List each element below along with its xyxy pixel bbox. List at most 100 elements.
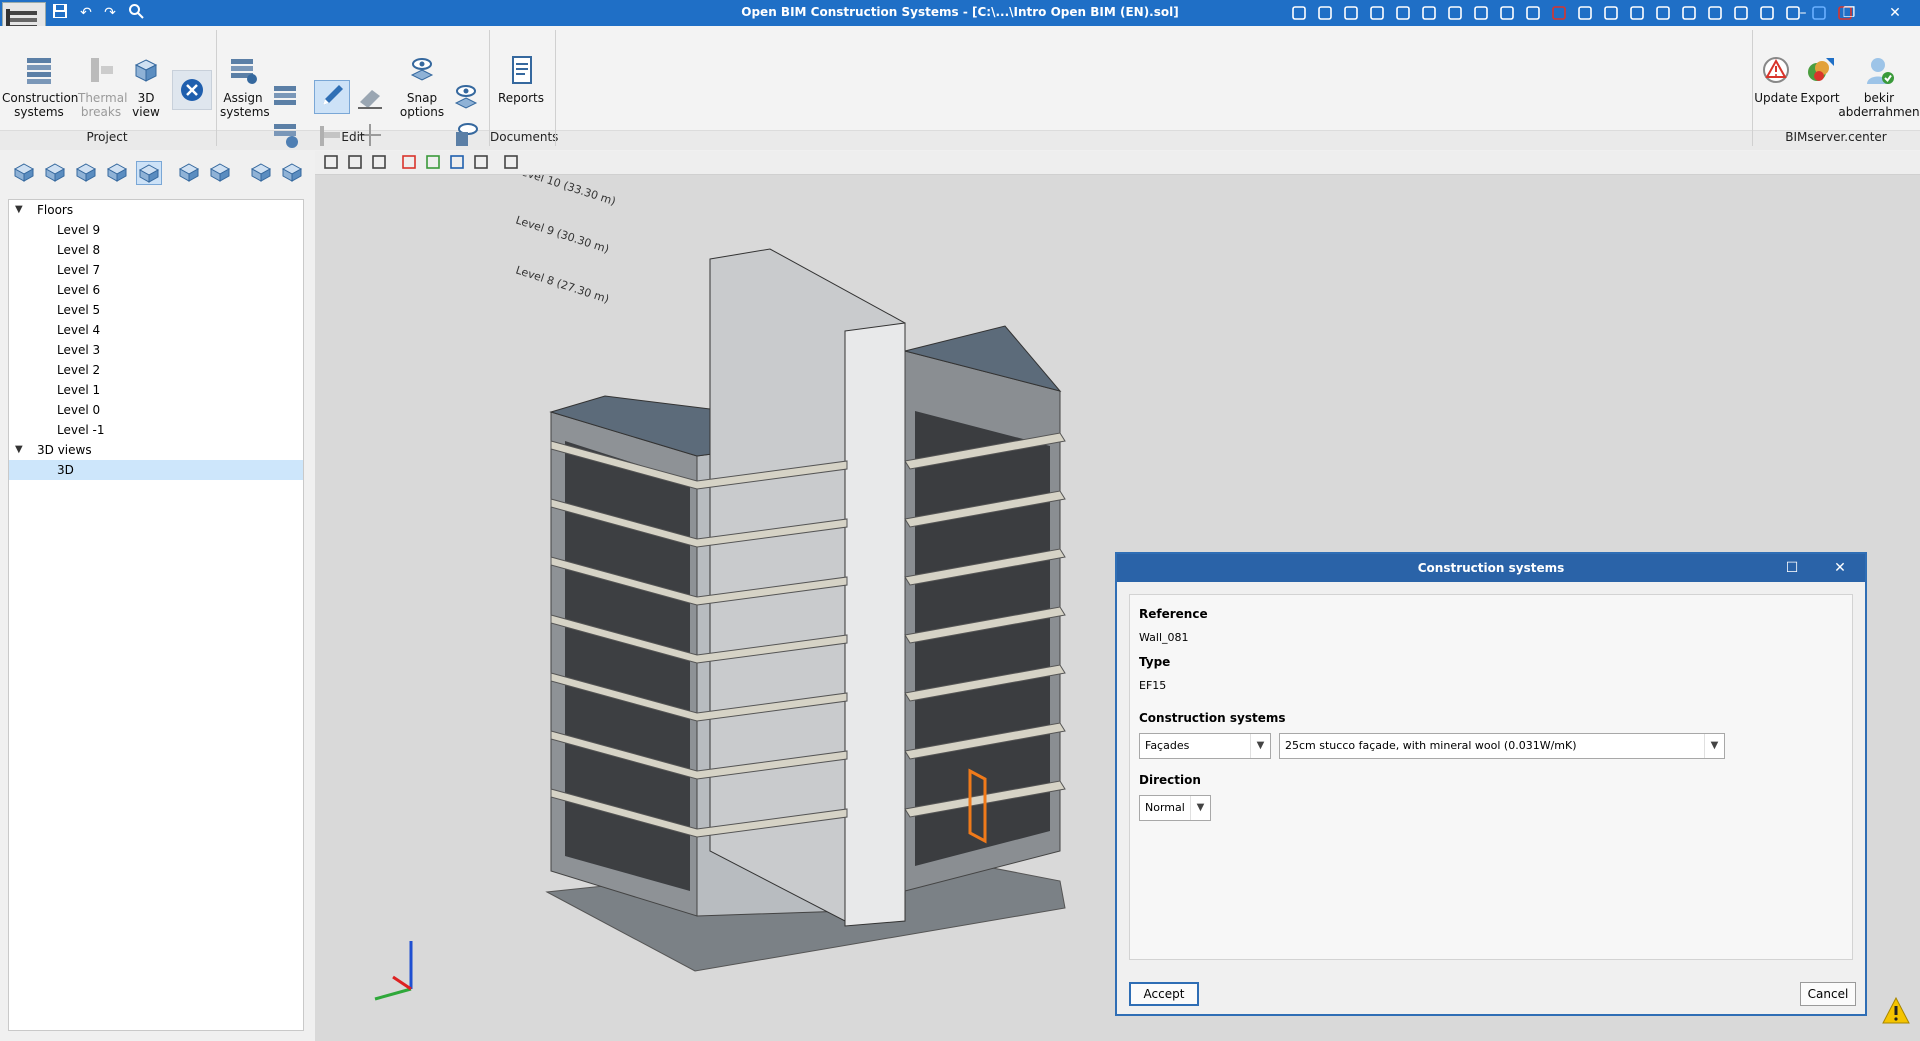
pan-view-icon[interactable] xyxy=(371,154,389,172)
eraser-icon[interactable] xyxy=(354,82,386,112)
thermal-breaks-button[interactable]: Thermal breaks xyxy=(78,54,127,119)
cancel-button[interactable]: Cancel xyxy=(1800,982,1856,1006)
update-warning-icon xyxy=(1763,57,1789,83)
group-label-documents: Documents xyxy=(490,130,559,144)
measure-icon[interactable] xyxy=(1654,4,1674,22)
chevron-down-icon: ▼ xyxy=(1250,734,1270,758)
dots-icon[interactable] xyxy=(1628,4,1648,22)
close-view-button[interactable] xyxy=(172,70,212,110)
delete-floor-icon[interactable] xyxy=(105,161,131,185)
tree-item-level[interactable]: Level 9 xyxy=(9,220,303,240)
accept-button[interactable]: Accept xyxy=(1129,982,1199,1006)
zoom-out-icon[interactable] xyxy=(1394,4,1414,22)
group-label-project: Project xyxy=(86,130,128,144)
tree-item-level[interactable]: Level 8 xyxy=(9,240,303,260)
visibility-icon[interactable] xyxy=(473,154,491,172)
system-select[interactable]: 25cm stucco façade, with mineral wool (0… xyxy=(1279,733,1725,759)
snap-options-icon xyxy=(410,58,434,81)
frame-icon[interactable] xyxy=(1576,4,1596,22)
collapse-icon[interactable]: ▼ xyxy=(15,200,27,220)
warning-icon[interactable] xyxy=(1881,996,1911,1026)
edit-systems-icon[interactable] xyxy=(270,82,302,112)
tree-item-level[interactable]: Level 6 xyxy=(9,280,303,300)
camera-icon[interactable] xyxy=(177,161,203,185)
visibility-icon[interactable] xyxy=(450,82,482,112)
maximize-icon[interactable]: ☐ xyxy=(1769,554,1815,582)
group-label-edit: Edit xyxy=(341,130,365,144)
pencil-icon xyxy=(323,85,343,105)
close-button[interactable]: ✕ xyxy=(1872,0,1918,26)
copy-floor-icon[interactable] xyxy=(74,161,100,185)
3d-label-icon[interactable] xyxy=(503,154,521,172)
type-value: EF15 xyxy=(1139,679,1167,692)
minimize-button[interactable]: – xyxy=(1780,0,1826,26)
level-tag: Level 9 (30.30 m) xyxy=(514,213,611,255)
view-left-icon[interactable] xyxy=(249,161,275,185)
separator xyxy=(555,30,556,146)
axis-gizmo xyxy=(374,941,413,1001)
grid-icon[interactable] xyxy=(1602,4,1622,22)
reports-button[interactable]: Reports xyxy=(496,54,546,105)
magnet-icon[interactable] xyxy=(1550,4,1570,22)
view-toolbar xyxy=(315,151,1920,175)
orbit-icon[interactable] xyxy=(1290,4,1310,22)
snap-options-button[interactable]: Snap options xyxy=(398,54,446,119)
construction-systems-dialog: Construction systems ☐ ✕ Reference Wall_… xyxy=(1115,552,1867,1016)
export-button[interactable]: Export xyxy=(1798,54,1842,105)
update-button[interactable]: Update xyxy=(1754,54,1798,105)
print-icon[interactable] xyxy=(1732,4,1752,22)
camera-settings-icon[interactable] xyxy=(208,161,234,185)
dialog-close-icon[interactable]: ✕ xyxy=(1817,554,1863,582)
tree-item-level[interactable]: Level -1 xyxy=(9,420,303,440)
category-select[interactable]: Façades ▼ xyxy=(1139,733,1271,759)
direction-label: Direction xyxy=(1139,773,1201,787)
center-icon[interactable] xyxy=(1446,4,1466,22)
grid-snap-icon[interactable] xyxy=(1524,4,1544,22)
view-right-icon[interactable] xyxy=(280,161,306,185)
layers-icon[interactable] xyxy=(1498,4,1518,22)
tree-item-level[interactable]: Level 4 xyxy=(9,320,303,340)
zoom-all-icon[interactable] xyxy=(1342,4,1362,22)
3d-view-button[interactable]: 3D view xyxy=(128,54,164,119)
angle-icon[interactable] xyxy=(1680,4,1700,22)
zoom-window-icon[interactable] xyxy=(1316,4,1336,22)
direction-select[interactable]: Normal ▼ xyxy=(1139,795,1211,821)
tree-item-level[interactable]: Level 2 xyxy=(9,360,303,380)
project-tree: ▼ Floors Level 9 Level 8 Level 7 Level 6 Lev… xyxy=(8,199,304,1031)
pan-icon[interactable] xyxy=(1420,4,1440,22)
tree-node-3d-views[interactable]: ▼ 3D views xyxy=(9,440,303,460)
dialog-body: Reference Wall_081 Type EF15 Constructio… xyxy=(1129,594,1853,960)
separator xyxy=(216,30,217,146)
rotate-icon[interactable] xyxy=(1706,4,1726,22)
tree-item-level[interactable]: Level 5 xyxy=(9,300,303,320)
tree-item-3d[interactable]: 3D xyxy=(9,460,303,480)
collapse-icon[interactable]: ▼ xyxy=(15,440,27,460)
edit-pencil-button[interactable] xyxy=(314,80,350,114)
tree-item-level[interactable]: Level 0 xyxy=(9,400,303,420)
restore-button[interactable]: ❐ xyxy=(1826,0,1872,26)
level-tags: Level 10 (33.30 m) Level 9 (30.30 m) Lev… xyxy=(514,163,617,305)
tree-toolbar xyxy=(0,151,315,193)
axes-icon[interactable] xyxy=(323,154,341,172)
tree-item-level[interactable]: Level 1 xyxy=(9,380,303,400)
chevron-down-icon: ▼ xyxy=(1190,796,1210,820)
construction-systems-button[interactable]: Construction systems xyxy=(2,54,78,119)
select-window-icon[interactable] xyxy=(1472,4,1492,22)
section-red-icon[interactable] xyxy=(401,154,419,172)
add-floor-icon[interactable] xyxy=(12,161,38,185)
tree-item-level[interactable]: Level 7 xyxy=(9,260,303,280)
section-green-icon[interactable] xyxy=(425,154,443,172)
assign-systems-button[interactable]: Assign systems xyxy=(220,54,270,119)
tree-item-level[interactable]: Level 3 xyxy=(9,340,303,360)
edit-floor-icon[interactable] xyxy=(43,161,69,185)
dialog-title: Construction systems xyxy=(1117,554,1865,582)
reference-label: Reference xyxy=(1139,607,1208,621)
section-blue-icon[interactable] xyxy=(449,154,467,172)
orbit-view-icon[interactable] xyxy=(347,154,365,172)
chevron-down-icon: ▼ xyxy=(1704,734,1724,758)
user-account-button[interactable]: bekir abderrahmen xyxy=(1838,54,1920,119)
zoom-extents-icon[interactable] xyxy=(1368,4,1388,22)
tree-node-floors[interactable]: ▼ Floors xyxy=(9,200,303,220)
comment-icon[interactable] xyxy=(1758,4,1778,22)
active-view-icon[interactable] xyxy=(136,161,162,185)
